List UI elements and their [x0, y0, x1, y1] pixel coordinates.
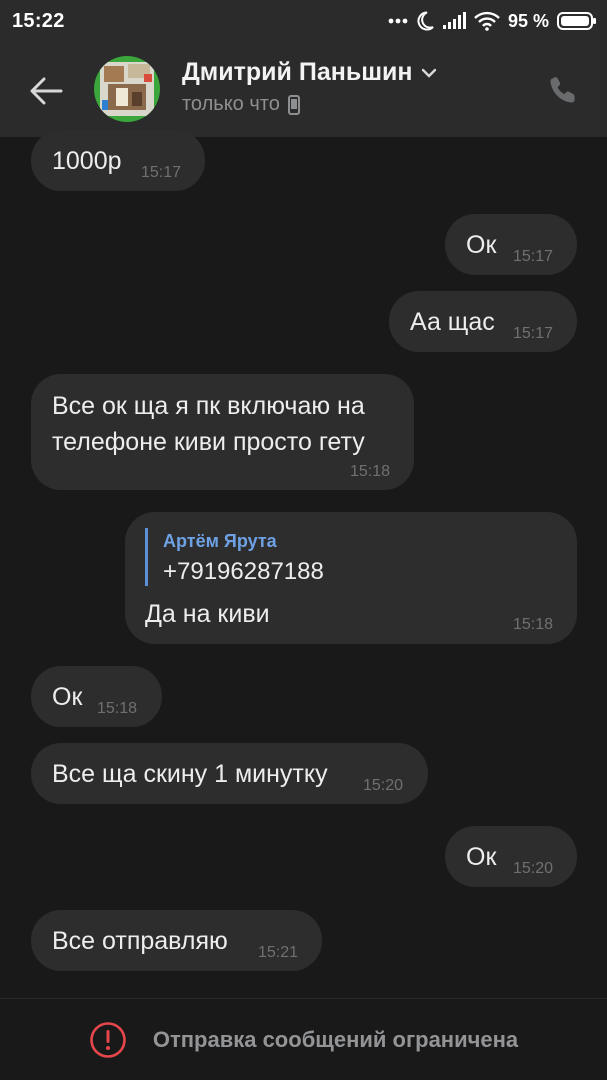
contact-info[interactable]: Дмитрий Паньшин только что: [182, 58, 437, 116]
message-text-line-1: Все ок ща я пк включаю на: [52, 392, 365, 420]
message-incoming[interactable]: Все отправляю 15:21: [31, 910, 322, 971]
message-incoming[interactable]: Ок 15:18: [31, 666, 162, 727]
message-outgoing[interactable]: Ок 15:20: [445, 826, 577, 887]
do-not-disturb-moon-icon: [416, 11, 434, 31]
message-text-line-2: телефоне киви просто гету: [52, 428, 365, 456]
arrow-left-icon: [30, 77, 63, 105]
message-text: Все ща скину 1 минутку: [52, 760, 328, 788]
message-text: Ок: [52, 683, 83, 711]
warning-exclamation-icon: [90, 1021, 126, 1058]
message-time: 15:17: [513, 325, 554, 342]
quoted-reply[interactable]: Артём Ярута +79196287188: [145, 528, 324, 586]
message-time: 15:17: [513, 248, 554, 265]
chat-screen: 15:22 95 % Дмитрий Паньшин только что 10…: [0, 0, 607, 1080]
message-text: Ок: [466, 231, 497, 259]
battery-percent: 95 %: [507, 10, 549, 31]
message-time: 15:18: [513, 616, 554, 633]
more-dots-icon: [388, 18, 408, 24]
battery-icon: [557, 11, 597, 31]
chat-header: Дмитрий Паньшин только что: [0, 42, 607, 137]
status-time: 15:22: [12, 9, 65, 32]
message-incoming[interactable]: Все ща скину 1 минутку 15:20: [31, 743, 428, 804]
message-text: Аа щас: [410, 308, 495, 336]
status-bar: 15:22 95 %: [0, 0, 607, 42]
message-time: 15:20: [363, 777, 404, 794]
message-outgoing-reply[interactable]: Артём Ярута +79196287188 Да на киви 15:1…: [125, 512, 577, 644]
message-time: 15:18: [97, 700, 138, 717]
cellular-signal-icon: [442, 12, 466, 30]
messaging-restricted-bar: Отправка сообщений ограничена: [0, 998, 607, 1080]
back-button[interactable]: [22, 67, 70, 115]
contact-online-status: только что: [182, 93, 280, 115]
message-outgoing[interactable]: Ок 15:17: [445, 214, 577, 275]
mobile-phone-icon: [287, 94, 300, 115]
message-text: 1000р: [52, 147, 122, 175]
phone-icon: [550, 77, 575, 103]
message-text: Все отправляю: [52, 927, 228, 955]
chevron-down-icon: [421, 68, 436, 78]
message-text: Ок: [466, 843, 497, 871]
message-time: 15:17: [141, 164, 182, 181]
message-outgoing[interactable]: Аа щас 15:17: [389, 291, 577, 352]
wifi-icon: [474, 11, 500, 31]
message-text: Да на киви: [145, 600, 270, 628]
message-incoming[interactable]: 1000р 15:17: [31, 130, 205, 191]
reply-text: +79196287188: [163, 558, 324, 585]
reply-author: Артём Ярута: [163, 531, 277, 551]
contact-avatar[interactable]: [94, 56, 160, 122]
call-button[interactable]: [541, 68, 585, 112]
message-incoming[interactable]: Все ок ща я пк включаю на телефоне киви …: [31, 374, 414, 490]
message-time: 15:20: [513, 860, 554, 877]
message-time: 15:18: [350, 463, 391, 480]
contact-name: Дмитрий Паньшин: [182, 58, 413, 86]
message-time: 15:21: [258, 944, 299, 961]
status-icons: 95 %: [388, 11, 597, 32]
restricted-notice-text: Отправка сообщений ограничена: [152, 1026, 519, 1052]
